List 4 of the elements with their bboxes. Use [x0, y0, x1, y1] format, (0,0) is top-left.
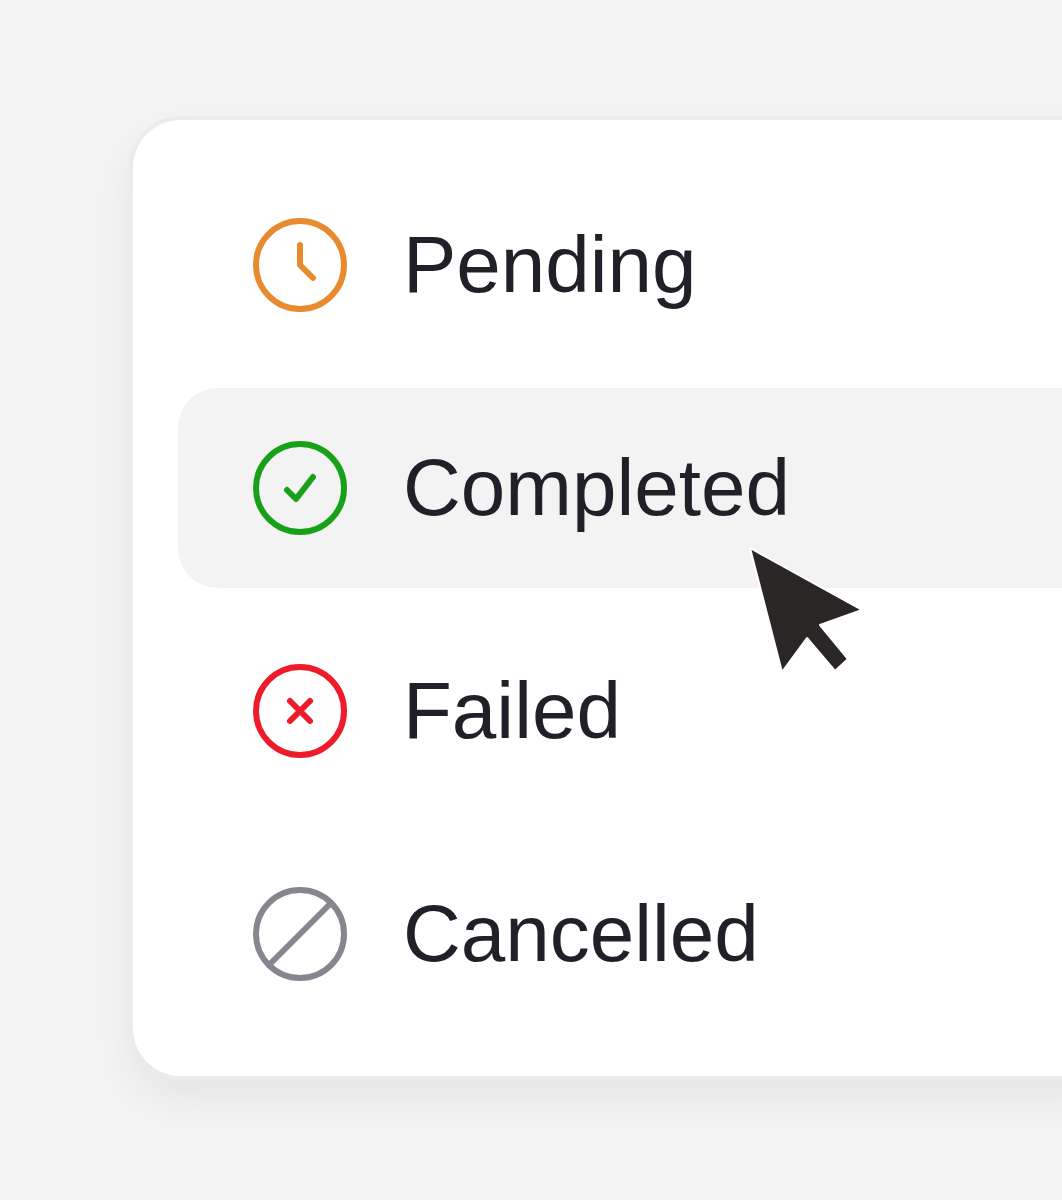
menu-item[interactable]: Pending — [178, 165, 1062, 365]
menu-item[interactable]: Failed — [178, 611, 1062, 811]
menu-item[interactable]: Completed — [178, 388, 1062, 588]
menu-item[interactable]: Cancelled — [178, 834, 1062, 1034]
